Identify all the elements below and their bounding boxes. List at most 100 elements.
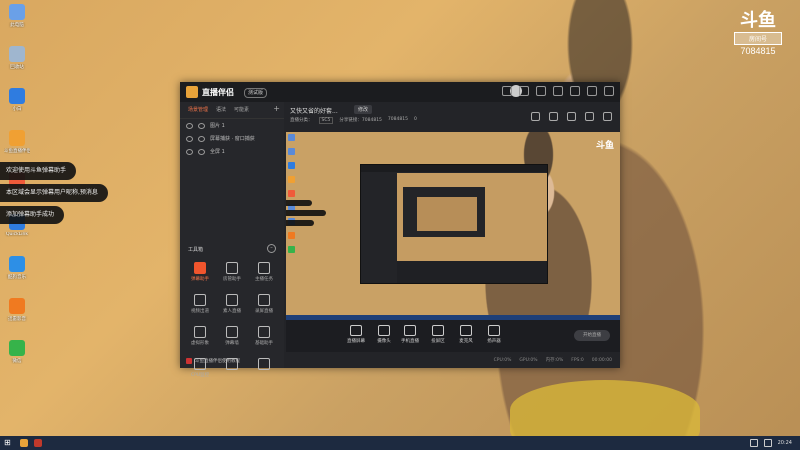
- control-icon: [488, 325, 500, 336]
- control-button[interactable]: 手机直播: [398, 325, 422, 344]
- tool-item[interactable]: 弹幕墙: [216, 324, 248, 350]
- tab-syntax[interactable]: 语法: [216, 106, 226, 116]
- eye-icon[interactable]: [186, 135, 193, 142]
- gift-icon[interactable]: [531, 112, 540, 121]
- preview-toast: [286, 210, 326, 216]
- control-label: 手机直播: [401, 339, 419, 344]
- app-icon: [9, 46, 25, 62]
- lock-icon[interactable]: [198, 148, 205, 155]
- taskbar-app-icon[interactable]: [20, 439, 28, 447]
- tool-item[interactable]: 录屏直播: [248, 292, 280, 318]
- control-label: 投屏区: [431, 339, 445, 344]
- desktop-icon[interactable]: 酷狗音乐: [4, 256, 30, 290]
- desktop-icon[interactable]: 微信: [4, 340, 30, 374]
- scene-item[interactable]: 图片 1: [180, 119, 284, 132]
- toolbox-collapse-icon[interactable]: –: [267, 244, 276, 253]
- control-button[interactable]: 投屏区: [426, 325, 450, 344]
- control-label: 麦克风: [459, 339, 473, 344]
- control-icon: [350, 325, 362, 336]
- desktop-icon[interactable]: 回收站: [4, 46, 30, 80]
- tool-item[interactable]: 素人直播: [216, 292, 248, 318]
- bell-icon[interactable]: [585, 112, 594, 121]
- title-bar[interactable]: 直播伴侣 测试版: [180, 82, 620, 102]
- desktop-icon[interactable]: 迅雷影音: [4, 298, 30, 332]
- app-icon: [9, 4, 25, 20]
- scene-label: 全屏 1: [210, 149, 225, 155]
- douyu-watermark: 斗鱼 房间号 7084815: [734, 12, 782, 56]
- tool-item[interactable]: 虚拟形象: [184, 324, 216, 350]
- status-item: FPS:0: [571, 357, 584, 363]
- video-icon: [186, 358, 192, 364]
- start-live-button[interactable]: 开始直播: [574, 330, 610, 341]
- brand-logo: 斗鱼: [740, 10, 776, 31]
- version-badge[interactable]: 测试版: [244, 88, 268, 98]
- edit-title-button[interactable]: 修改: [354, 105, 373, 114]
- tool-label: 弹幕墙: [225, 341, 239, 346]
- tool-item[interactable]: [248, 356, 280, 382]
- live-preview[interactable]: 斗鱼: [286, 132, 620, 320]
- lock-icon[interactable]: [198, 122, 205, 129]
- clock[interactable]: 20:24: [778, 440, 792, 446]
- tool-icon: [226, 326, 238, 338]
- tool-icon: [258, 294, 270, 306]
- windows-start-icon[interactable]: ⊞: [4, 439, 12, 447]
- toast-area-hint[interactable]: 本区域会显示弹幕用户昵称,预消息: [0, 184, 108, 202]
- stats-icon[interactable]: [567, 112, 576, 121]
- scene-item[interactable]: 全屏 1: [180, 145, 284, 158]
- system-tray: 20:24: [749, 439, 792, 447]
- tool-icon: [258, 358, 270, 370]
- shirt-icon[interactable]: [519, 86, 529, 96]
- status-item: 内存:0%: [545, 358, 564, 363]
- eye-icon[interactable]: [186, 148, 193, 155]
- lock-icon[interactable]: [549, 112, 558, 121]
- tool-item[interactable]: 主播任务: [248, 260, 280, 286]
- tab-material[interactable]: 可能素: [234, 106, 249, 116]
- share-icon[interactable]: [603, 112, 612, 121]
- desktop-icon-label: 此电脑: [10, 23, 24, 28]
- tool-icon: [194, 294, 206, 306]
- tool-item[interactable]: 基础助手: [248, 324, 280, 350]
- minimize-icon[interactable]: [570, 86, 580, 96]
- toast-success[interactable]: 添加弹幕助手成功: [0, 206, 65, 224]
- close-icon[interactable]: [604, 86, 614, 96]
- desktop-icon-label: 小白: [12, 107, 22, 112]
- tutorial-link[interactable]: 斗鱼直播伴侣使用教程: [186, 358, 240, 364]
- control-icon: [432, 325, 444, 336]
- scene-item[interactable]: 屏幕捕获 · 窗口捕获: [180, 132, 284, 145]
- taskbar-app-icon[interactable]: [34, 439, 42, 447]
- toast-welcome[interactable]: 欢迎使用斗鱼弹幕助手: [0, 162, 77, 180]
- status-bar: CPU:0% GPU:0% 内存:0% FPS:0 00:00:00: [286, 352, 620, 368]
- viewer-count: 0: [413, 117, 417, 122]
- eye-icon[interactable]: [186, 122, 193, 129]
- app-icon: [9, 298, 25, 314]
- volume-icon[interactable]: [763, 439, 772, 447]
- category-label: 直播分类：: [290, 118, 313, 123]
- desktop-icon[interactable]: 小白: [4, 88, 30, 122]
- message-icon[interactable]: [502, 86, 512, 96]
- tool-label: 主播任务: [255, 277, 273, 282]
- preview-brand-logo: 斗鱼: [595, 141, 614, 151]
- preview-nested-window: [360, 164, 548, 284]
- filter-icon[interactable]: [536, 86, 546, 96]
- desktop-icon[interactable]: 此电脑: [4, 4, 30, 38]
- tool-icon: [258, 262, 270, 274]
- lock-icon[interactable]: [198, 135, 205, 142]
- tool-icon: [226, 294, 238, 306]
- network-icon[interactable]: [749, 439, 758, 447]
- control-button[interactable]: 直播屏幕: [344, 325, 368, 344]
- tab-scene-manage[interactable]: 场景管理: [188, 106, 208, 116]
- add-tab-button[interactable]: +: [273, 104, 280, 113]
- desktop-icon[interactable]: 斗鱼直播伴侣: [4, 130, 30, 164]
- control-button[interactable]: 摄像头: [372, 325, 396, 344]
- scene-label: 屏幕捕获 · 窗口捕获: [210, 136, 255, 142]
- share-link[interactable]: 分享链接：7084815: [339, 117, 382, 124]
- tool-item[interactable]: 视频出道: [184, 292, 216, 318]
- tool-item[interactable]: 弹幕助手: [184, 260, 216, 286]
- category-value[interactable]: SC5: [318, 117, 334, 124]
- menu-icon[interactable]: [553, 86, 563, 96]
- tool-item[interactable]: 房管助手: [216, 260, 248, 286]
- app-icon: [9, 256, 25, 272]
- control-button[interactable]: 扬声器: [482, 325, 506, 344]
- control-button[interactable]: 麦克风: [454, 325, 478, 344]
- maximize-icon[interactable]: [587, 86, 597, 96]
